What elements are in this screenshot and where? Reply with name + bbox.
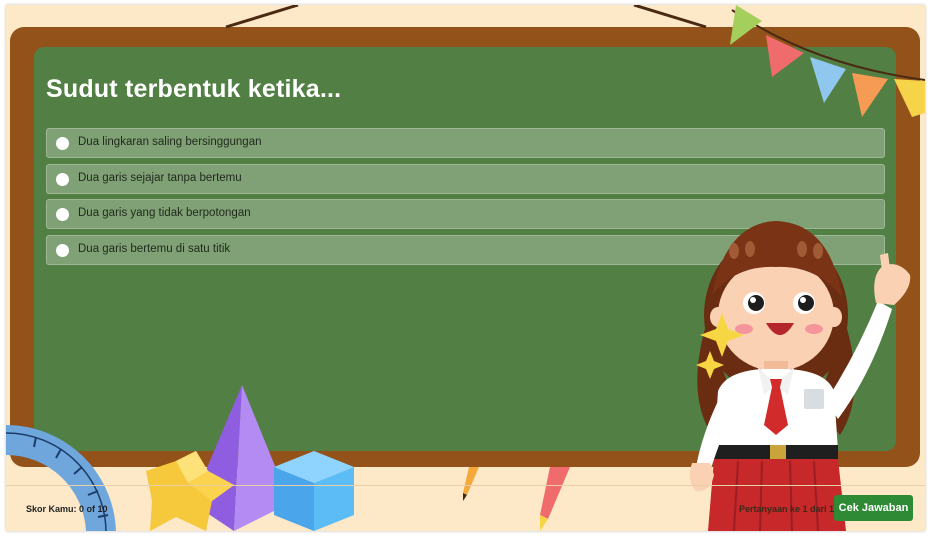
answer-label: Dua garis yang tidak berpotongan — [78, 207, 251, 220]
check-answer-button[interactable]: Cek Jawaban — [834, 495, 913, 521]
answer-label: Dua garis bertemu di satu titik — [78, 242, 231, 255]
answer-label: Dua lingkaran saling bersinggungan — [78, 136, 262, 148]
question-title: Sudut terbentuk ketika... — [46, 75, 342, 103]
star-shape-icon — [146, 451, 234, 531]
question-progress: Pertanyaan ke 1 dari 1 — [739, 504, 835, 514]
answer-option-2[interactable]: Dua garis sejajar tanpa bertemu — [46, 163, 885, 194]
answer-option-1[interactable]: Dua lingkaran saling bersinggungan — [46, 128, 885, 158]
cube-icon — [274, 451, 354, 531]
answer-label: Dua garis sejajar tanpa bertemu — [78, 171, 242, 184]
footer-divider — [6, 485, 925, 486]
radio-button[interactable] — [56, 172, 69, 186]
girl-student-illustration — [689, 221, 911, 531]
radio-button[interactable] — [56, 243, 69, 257]
radio-button[interactable] — [56, 137, 69, 150]
pencil-icon — [463, 467, 479, 501]
pencil-icon — [540, 467, 570, 531]
bunting-flags-decoration — [730, 5, 925, 117]
score-text: Skor Kamu: 0 of 10 — [26, 504, 108, 514]
quiz-window: Sudut terbentuk ketika... Dua lingkaran … — [6, 5, 925, 531]
radio-button[interactable] — [56, 208, 69, 222]
